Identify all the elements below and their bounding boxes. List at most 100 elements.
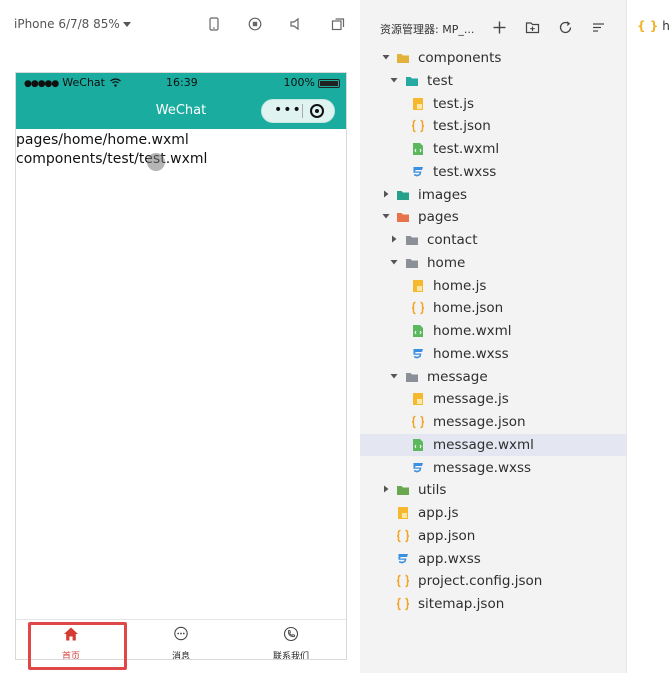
tree-file[interactable]: home.json bbox=[360, 297, 626, 319]
tree-folder-home[interactable]: home bbox=[360, 252, 626, 274]
json-file-icon bbox=[396, 574, 410, 588]
chevron-down-icon[interactable] bbox=[382, 212, 390, 220]
tab-contact[interactable]: 联系我们 bbox=[236, 620, 346, 659]
explorer-title: 资源管理器: MP_... bbox=[380, 23, 475, 36]
status-time: 16:39 bbox=[166, 76, 198, 89]
refresh-icon[interactable] bbox=[558, 20, 573, 35]
tree-folder-components[interactable]: components bbox=[360, 47, 626, 69]
battery-label: 100% bbox=[283, 76, 315, 89]
tree-item-label: images bbox=[418, 186, 468, 203]
folder-icon bbox=[405, 370, 419, 384]
simulator-pane: iPhone 6/7/8 85% ●●●●●WeChat 16:39 100% bbox=[0, 0, 360, 673]
signal-icon: ●●●●● bbox=[24, 79, 59, 89]
tree-file[interactable]: sitemap.json bbox=[360, 593, 626, 615]
tree-folder-pages[interactable]: pages bbox=[360, 206, 626, 228]
chevron-right-icon[interactable] bbox=[390, 235, 398, 243]
folder-icon bbox=[396, 188, 410, 202]
folder-icon bbox=[396, 483, 410, 497]
tree-file[interactable]: test.js bbox=[360, 93, 626, 115]
explorer-header: 资源管理器: MP_... bbox=[360, 0, 626, 44]
annotation-highlight-box bbox=[28, 622, 127, 670]
folder-icon bbox=[396, 51, 410, 65]
tree-file[interactable]: test.wxml bbox=[360, 138, 626, 160]
tree-item-label: pages bbox=[418, 209, 459, 226]
folder-icon bbox=[405, 256, 419, 270]
js-file-icon bbox=[411, 97, 425, 111]
tree-file[interactable]: app.js bbox=[360, 502, 626, 524]
tree-file[interactable]: home.js bbox=[360, 275, 626, 297]
tree-item-label: message.json bbox=[433, 414, 526, 430]
tree-item-label: app.wxss bbox=[418, 550, 481, 567]
collapse-icon[interactable] bbox=[591, 20, 606, 35]
tree-item-label: sitemap.json bbox=[418, 596, 505, 612]
tree-folder-contact[interactable]: contact bbox=[360, 229, 626, 251]
folder-icon bbox=[405, 74, 419, 88]
wxss-file-icon bbox=[411, 461, 425, 475]
tree-folder-images[interactable]: images bbox=[360, 184, 626, 206]
chevron-down-icon[interactable] bbox=[390, 372, 398, 380]
tree-item-label: home.js bbox=[433, 277, 487, 294]
tree-file[interactable]: home.wxss bbox=[360, 343, 626, 365]
editor-tab-label: he bbox=[662, 19, 670, 33]
tree-file[interactable]: home.wxml bbox=[360, 320, 626, 342]
tree-file[interactable]: app.json bbox=[360, 525, 626, 547]
more-options-icon[interactable]: ••• bbox=[274, 102, 302, 118]
json-file-icon bbox=[411, 301, 425, 315]
mouse-cursor-indicator bbox=[147, 153, 165, 171]
tree-file[interactable]: message.json bbox=[360, 411, 626, 433]
chevron-down-icon[interactable] bbox=[390, 76, 398, 84]
wxml-file-icon bbox=[411, 438, 425, 452]
tree-file[interactable]: message.wxss bbox=[360, 457, 626, 479]
wifi-icon bbox=[110, 77, 122, 90]
chevron-right-icon[interactable] bbox=[382, 190, 390, 198]
chevron-down-icon[interactable] bbox=[382, 53, 390, 61]
message-icon bbox=[173, 626, 189, 642]
tree-item-label: message.wxml bbox=[433, 436, 534, 453]
record-icon[interactable] bbox=[248, 17, 262, 31]
tree-file[interactable]: project.config.json bbox=[360, 570, 626, 592]
tab-label: 消息 bbox=[171, 652, 190, 660]
simulator-toolbar: iPhone 6/7/8 85% bbox=[0, 0, 360, 44]
tree-item-label: message bbox=[427, 368, 488, 385]
phone-call-icon bbox=[283, 626, 299, 642]
tree-folder-test[interactable]: test bbox=[360, 70, 626, 92]
folder-icon bbox=[396, 210, 410, 224]
nav-bar: WeChat ••• bbox=[16, 93, 346, 129]
phone-frame: ●●●●● WeChat 16:39 100% WeChat ••• pages/… bbox=[15, 72, 347, 660]
tree-item-label: test.wxml bbox=[433, 141, 500, 157]
editor-tab[interactable]: { }he bbox=[637, 19, 670, 33]
wxml-file-icon bbox=[411, 324, 425, 338]
tree-file[interactable]: app.wxss bbox=[360, 548, 626, 570]
tab-messages[interactable]: 消息 bbox=[126, 620, 236, 660]
tree-file[interactable]: test.wxss bbox=[360, 161, 626, 183]
page-line: components/test/test.wxml bbox=[16, 151, 208, 167]
volume-icon[interactable] bbox=[289, 17, 303, 31]
battery-icon bbox=[318, 78, 340, 88]
json-file-icon bbox=[411, 119, 425, 133]
tree-file[interactable]: test.json bbox=[360, 115, 626, 137]
tree-file[interactable]: message.wxml bbox=[360, 433, 626, 456]
phone-icon[interactable] bbox=[207, 17, 221, 31]
carrier-label: WeChat bbox=[62, 76, 105, 89]
page-content: pages/home/home.wxml components/test/tes… bbox=[16, 131, 346, 169]
add-folder-icon[interactable] bbox=[525, 20, 540, 35]
wxss-file-icon bbox=[396, 552, 410, 566]
menu-capsule: ••• bbox=[261, 99, 335, 123]
chevron-down-icon[interactable] bbox=[390, 258, 398, 266]
js-file-icon bbox=[411, 392, 425, 406]
json-file-icon bbox=[396, 597, 410, 611]
tree-item-label: components bbox=[418, 50, 502, 66]
tree-folder-utils[interactable]: utils bbox=[360, 479, 626, 501]
window-icon[interactable] bbox=[331, 17, 345, 31]
add-file-icon[interactable] bbox=[492, 20, 507, 35]
close-miniprogram-icon[interactable] bbox=[310, 104, 324, 118]
tree-folder-message[interactable]: message bbox=[360, 366, 626, 388]
wxss-file-icon bbox=[411, 347, 425, 361]
tree-item-label: home.wxml bbox=[433, 323, 512, 339]
chevron-right-icon[interactable] bbox=[382, 485, 390, 493]
wxml-file-icon bbox=[411, 142, 425, 156]
tree-file[interactable]: message.js bbox=[360, 388, 626, 410]
tree-item-label: message.js bbox=[433, 391, 509, 408]
status-bar: ●●●●● WeChat 16:39 100% bbox=[16, 73, 346, 93]
device-selector[interactable]: iPhone 6/7/8 85% bbox=[14, 17, 131, 31]
